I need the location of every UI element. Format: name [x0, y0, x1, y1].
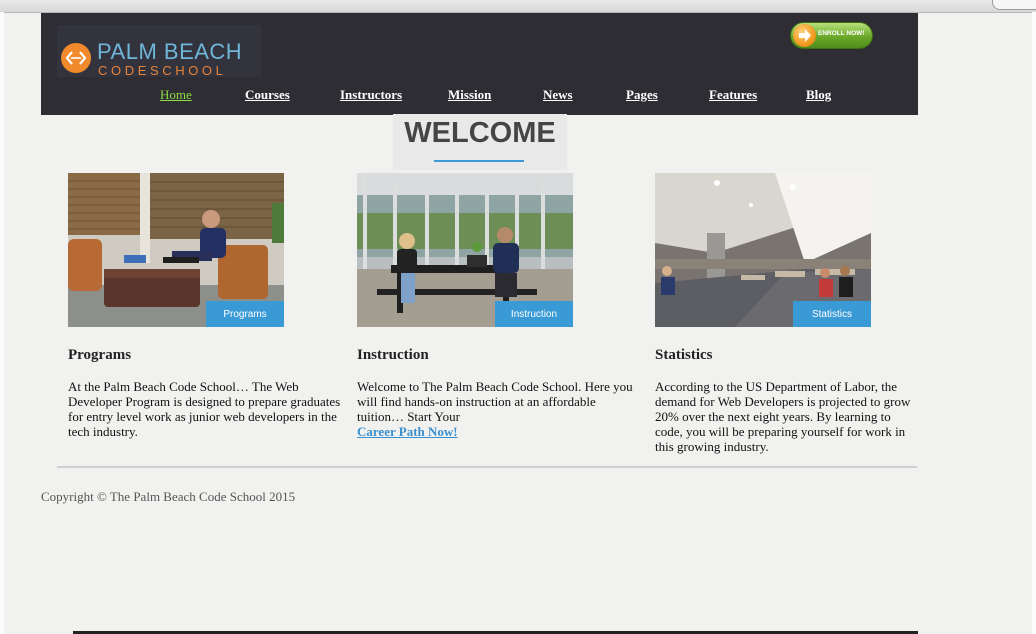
nav-features[interactable]: Features — [709, 87, 757, 103]
arrow-right-icon — [793, 24, 816, 47]
main-nav: Home Courses Instructors Mission News Pa… — [41, 87, 918, 105]
card-description: Welcome to The Palm Beach Code School. H… — [357, 379, 643, 439]
site-logo[interactable]: PALM BEACH CODESCHOOL — [57, 25, 261, 78]
nav-pages[interactable]: Pages — [626, 87, 658, 103]
feature-card-statistics: Statistics Statistics According to the U… — [655, 173, 945, 454]
logo-title: PALM BEACH — [97, 39, 243, 64]
page-title: WELCOME — [404, 117, 556, 149]
card-text: According to the US Department of Labor,… — [655, 379, 911, 454]
card-text: At the Palm Beach Code School… The Web D… — [68, 379, 341, 439]
card-description: According to the US Department of Labor,… — [655, 379, 919, 454]
logo-subtitle: CODESCHOOL — [98, 63, 227, 78]
window-left-edge — [0, 12, 4, 634]
nav-home[interactable]: Home — [160, 87, 192, 103]
browser-search-field-edge[interactable] — [992, 0, 1036, 10]
nav-courses[interactable]: Courses — [245, 87, 290, 103]
browser-toolbar-edge — [0, 0, 1036, 13]
statistics-photo[interactable]: Statistics — [655, 173, 871, 327]
enroll-label: ENROLL NOW! — [818, 30, 865, 37]
card-title: Instruction — [357, 347, 429, 363]
site-header: PALM BEACH CODESCHOOL ENROLL NOW! Home C… — [41, 13, 918, 115]
title-underline — [434, 160, 524, 162]
window-right-edge — [1032, 12, 1036, 634]
programs-tag[interactable]: Programs — [206, 301, 284, 327]
nav-news[interactable]: News — [543, 87, 573, 103]
nav-mission[interactable]: Mission — [448, 87, 491, 103]
programs-photo[interactable]: Programs — [68, 173, 284, 327]
feature-card-programs: Programs Programs At the Palm Beach Code… — [68, 173, 358, 439]
code-brackets-icon — [61, 43, 91, 73]
enroll-now-button[interactable]: ENROLL NOW! — [790, 22, 873, 49]
instruction-photo[interactable]: Instruction — [357, 173, 573, 327]
card-title: Programs — [68, 347, 132, 363]
card-text: Welcome to The Palm Beach Code School. H… — [357, 379, 633, 424]
career-path-link[interactable]: Career Path Now! — [357, 424, 458, 439]
card-description: At the Palm Beach Code School… The Web D… — [68, 379, 346, 439]
instruction-tag[interactable]: Instruction — [495, 301, 573, 327]
statistics-tag[interactable]: Statistics — [793, 301, 871, 327]
feature-card-instruction: Instruction Instruction Welcome to The P… — [357, 173, 647, 439]
card-title: Statistics — [655, 347, 713, 363]
nav-blog[interactable]: Blog — [806, 87, 831, 103]
copyright-text: Copyright © The Palm Beach Code School 2… — [41, 489, 296, 504]
nav-instructors[interactable]: Instructors — [340, 87, 402, 103]
footer-divider — [57, 466, 917, 468]
welcome-heading-block: WELCOME — [393, 114, 567, 170]
